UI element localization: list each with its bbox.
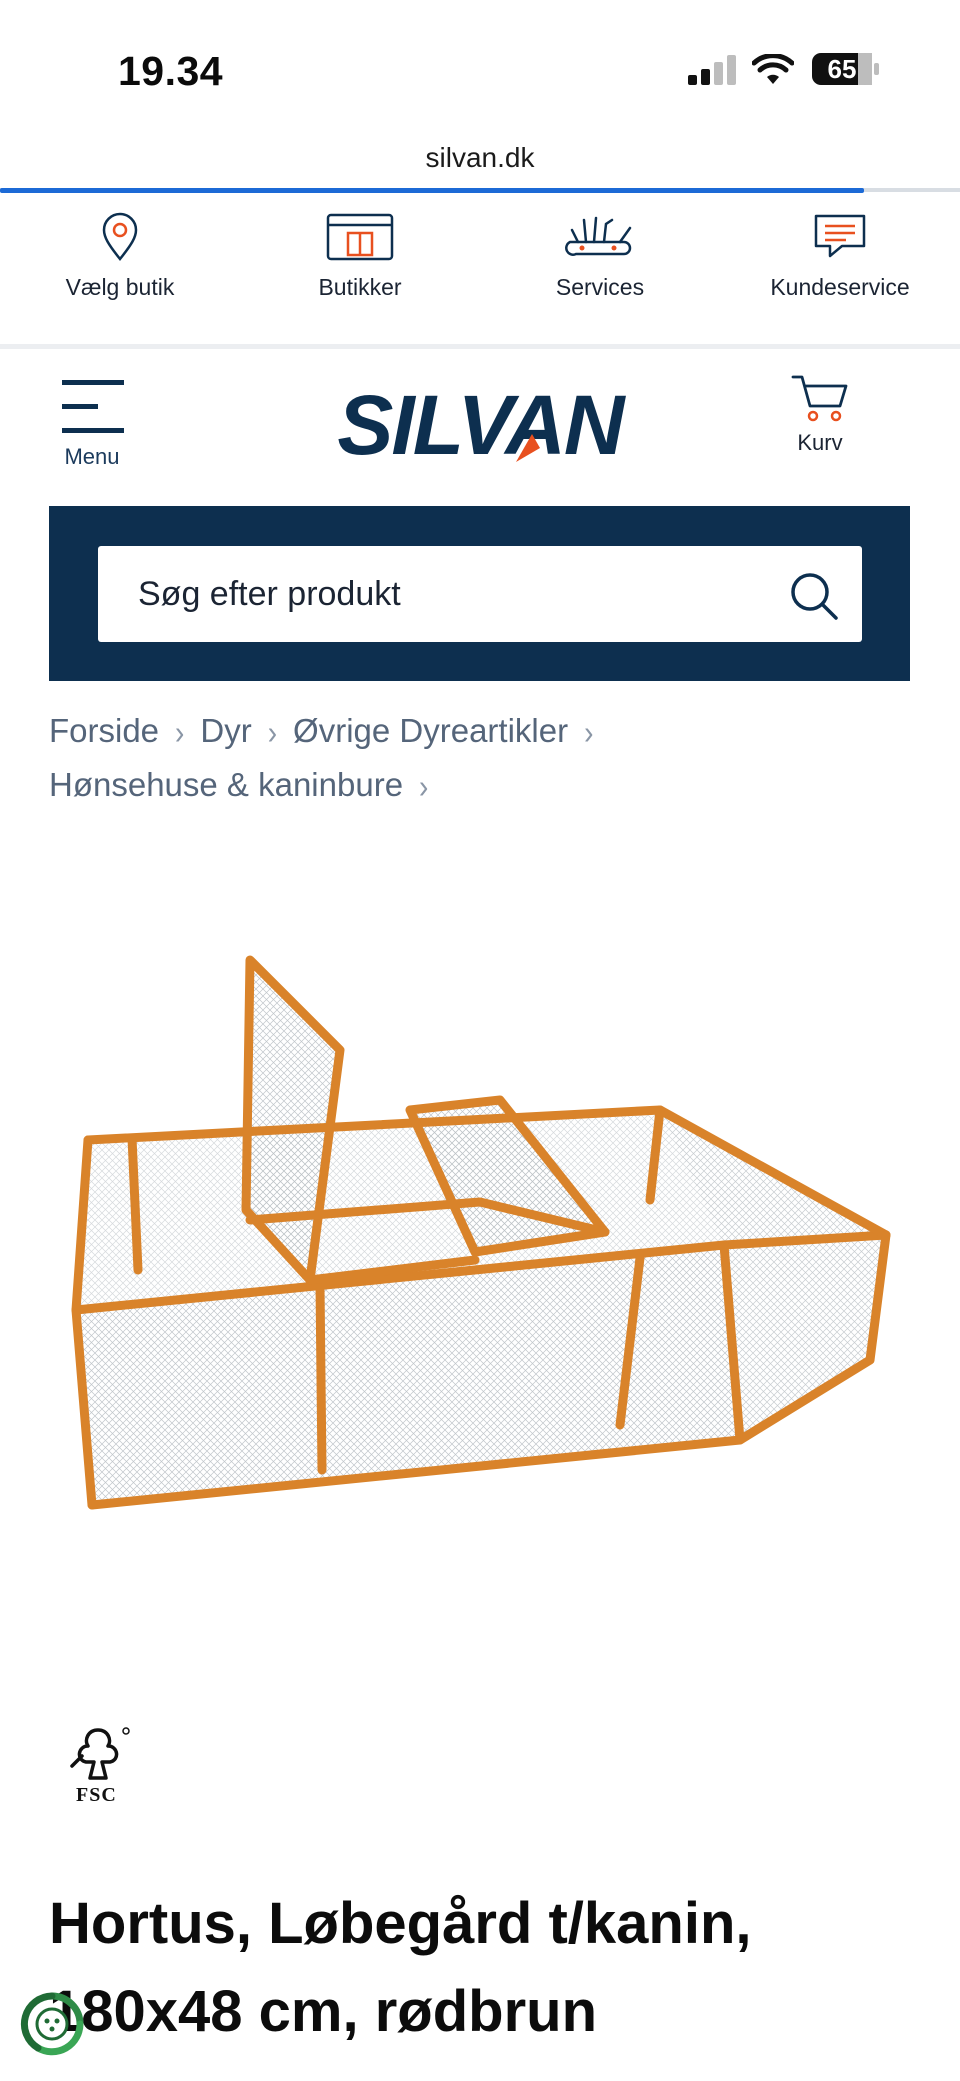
breadcrumb: Forside › Dyr › Øvrige Dyreartikler › Hønsehus… xyxy=(49,705,919,813)
chevron-right-icon: › xyxy=(267,713,278,751)
chevron-right-icon: › xyxy=(419,767,429,805)
stores-link[interactable]: Butikker xyxy=(240,212,480,322)
fsc-label: FSC xyxy=(76,1784,117,1806)
choose-store-link[interactable]: Vælg butik xyxy=(0,212,240,322)
address-bar-url[interactable]: silvan.dk xyxy=(0,142,960,174)
recycle-badge-icon[interactable] xyxy=(18,1990,86,2058)
cellular-signal-icon xyxy=(688,55,736,85)
services-link[interactable]: Services xyxy=(480,212,720,322)
cart-label: Kurv xyxy=(797,430,843,455)
search-icon[interactable] xyxy=(788,570,840,622)
store-icon xyxy=(326,213,394,261)
product-image[interactable] xyxy=(60,940,900,1520)
menu-button[interactable]: Menu xyxy=(52,376,132,486)
chat-icon xyxy=(814,214,866,258)
utility-nav-divider xyxy=(0,344,960,349)
map-pin-icon xyxy=(102,212,138,262)
menu-label: Menu xyxy=(64,444,120,469)
breadcrumb-item-dyr[interactable]: Dyr xyxy=(200,712,251,749)
product-title: Hortus, Løbegård t/kanin, 180x48 cm, rød… xyxy=(49,1891,752,2044)
search-placeholder: Søg efter produkt xyxy=(138,575,401,613)
services-label: Services xyxy=(555,274,645,300)
chevron-right-icon: › xyxy=(584,713,594,751)
battery-level: 65 xyxy=(827,54,857,84)
stores-label: Butikker xyxy=(318,274,402,300)
breadcrumb-item-honsehuse-kaninbure[interactable]: Hønsehuse & kaninbure xyxy=(49,766,403,803)
status-time: 19.34 xyxy=(118,48,224,94)
silvan-logo[interactable]: SILVAN xyxy=(318,388,642,464)
tools-icon xyxy=(565,216,632,256)
search-input[interactable]: Søg efter produkt xyxy=(98,546,862,642)
breadcrumb-item-forside[interactable]: Forside xyxy=(49,712,159,749)
shopping-cart-icon xyxy=(791,375,848,422)
breadcrumb-item-ovrige-dyreartikler[interactable]: Øvrige Dyreartikler xyxy=(293,712,568,749)
customer-service-link[interactable]: Kundeservice xyxy=(720,212,960,322)
chevron-right-icon: › xyxy=(175,713,185,751)
svg-text:SILVAN: SILVAN xyxy=(337,388,626,464)
wifi-icon xyxy=(752,54,794,84)
fsc-tree-logo xyxy=(70,1727,130,1780)
customer-service-label: Kundeservice xyxy=(770,274,910,300)
page-load-progress-fill xyxy=(0,188,864,193)
hamburger-menu-icon xyxy=(62,380,124,433)
cart-button[interactable]: Kurv xyxy=(780,372,860,482)
choose-store-label: Vælg butik xyxy=(65,274,175,300)
